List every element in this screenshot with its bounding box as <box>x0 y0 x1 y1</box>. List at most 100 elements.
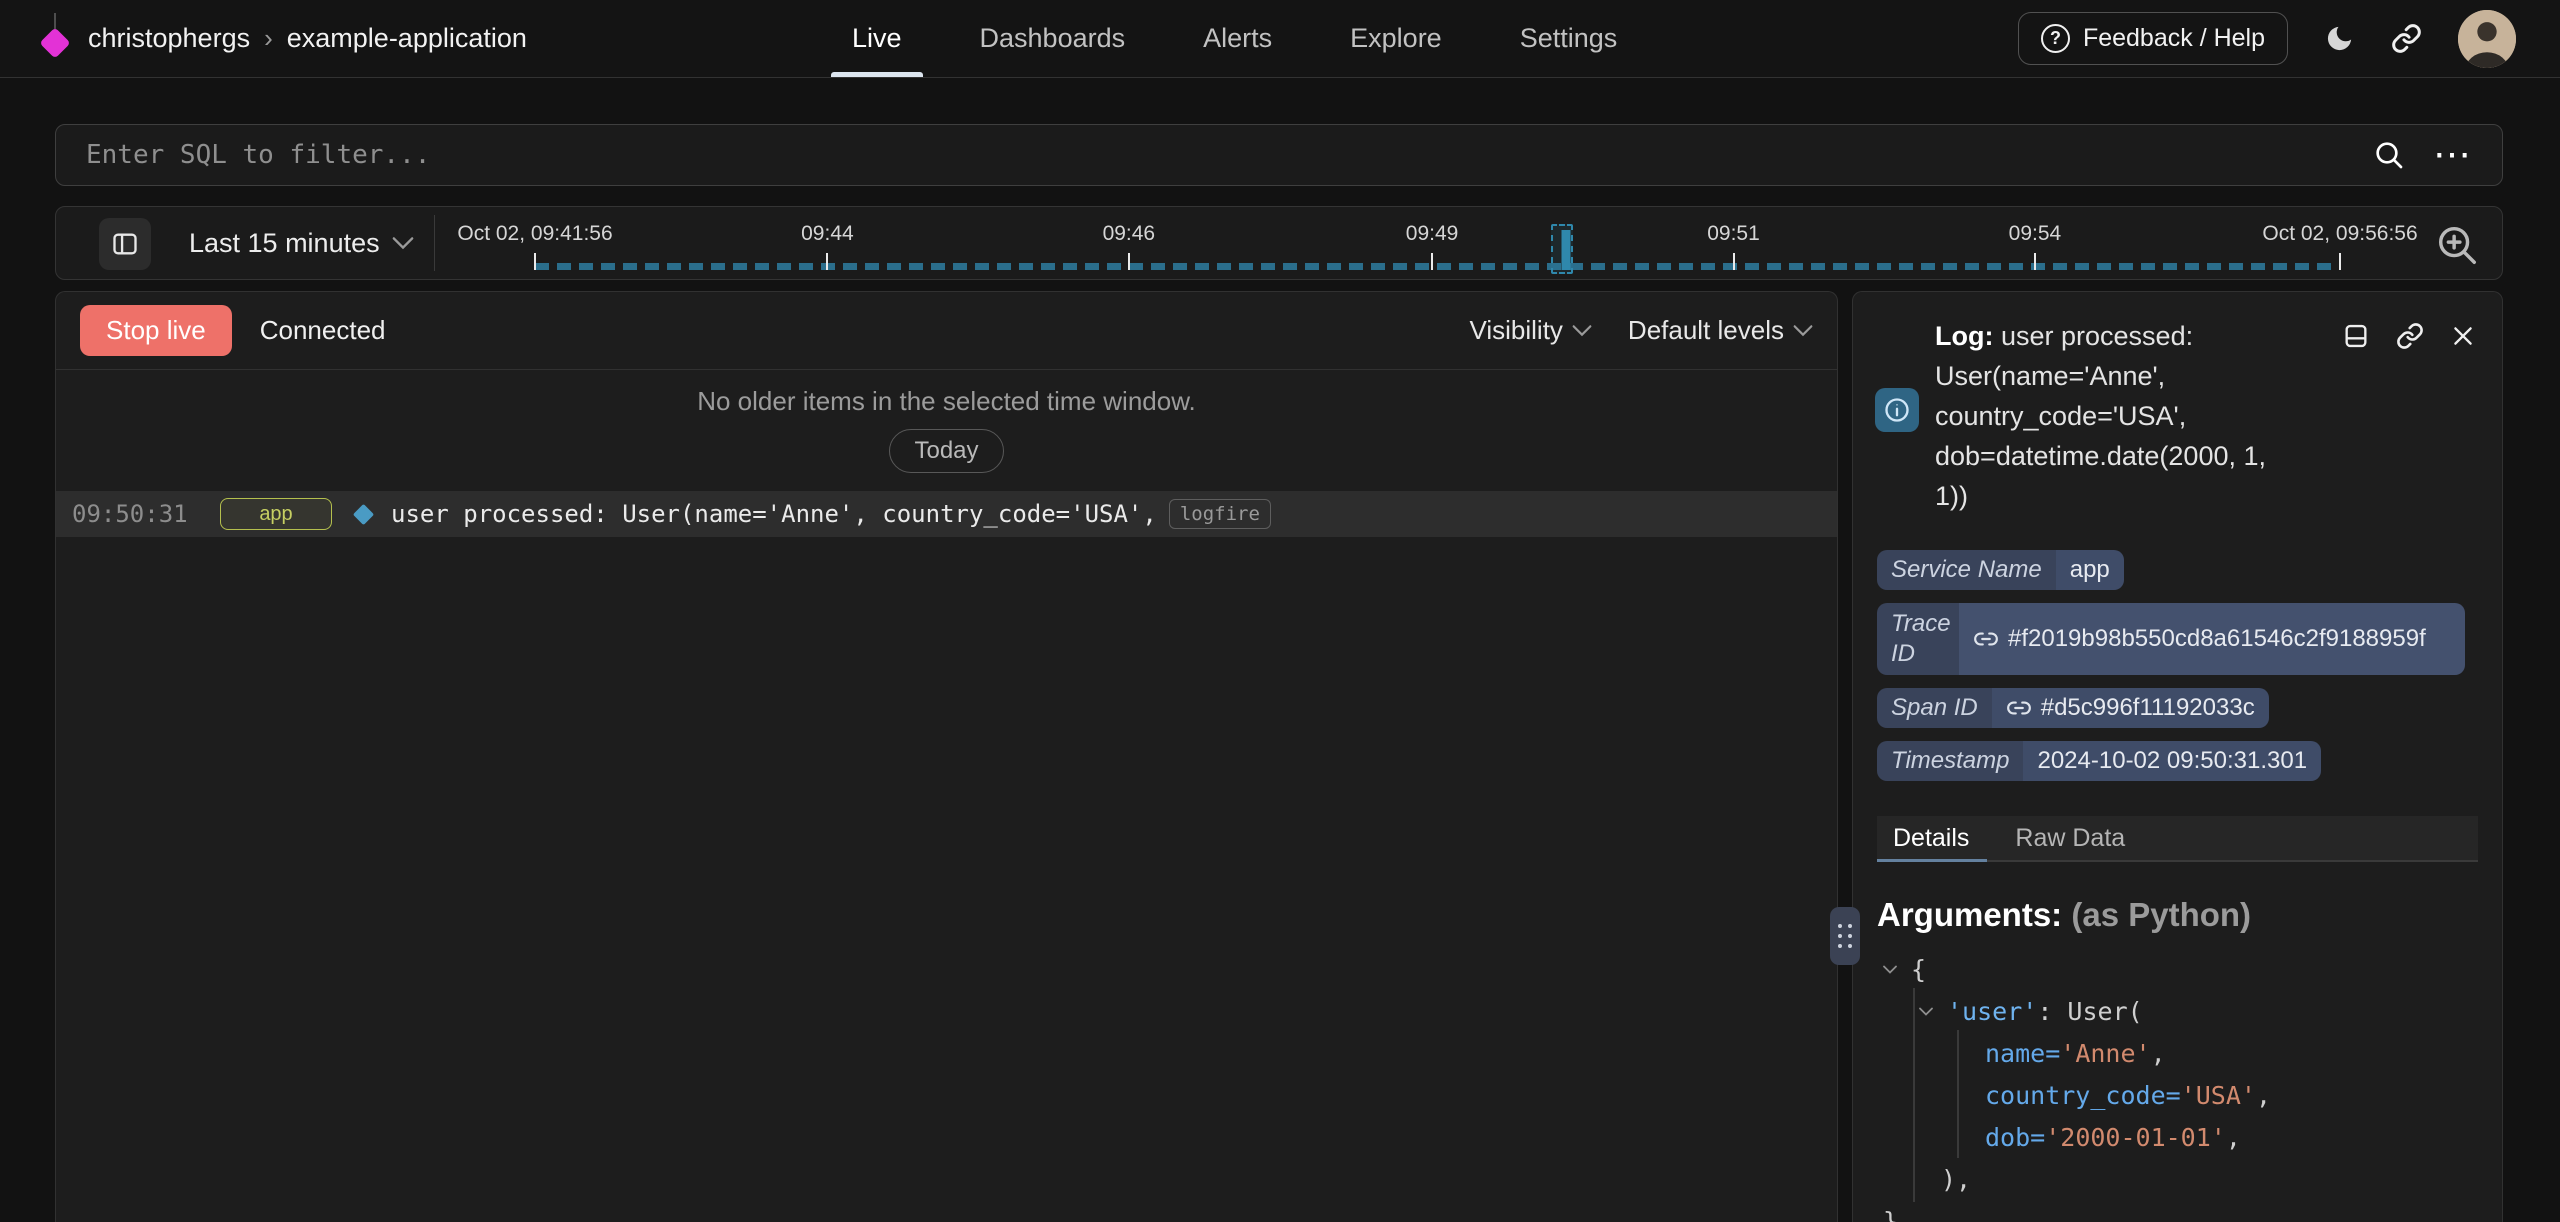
code-line: dob='2000-01-01', <box>1877 1116 2478 1158</box>
moon-icon <box>2324 23 2355 54</box>
code-token: 'user' <box>1947 997 2037 1026</box>
timestamp-chip: Timestamp 2024-10-02 09:50:31.301 <box>1877 741 2321 781</box>
logfire-logo[interactable] <box>40 19 70 59</box>
panel-resize-handle[interactable] <box>1830 907 1860 965</box>
trace-id-label: Trace ID <box>1877 603 1959 675</box>
code-token: '2000-01-01' <box>2045 1123 2226 1152</box>
code-token: , <box>2226 1123 2241 1152</box>
default-levels-label: Default levels <box>1628 315 1784 346</box>
search-icon[interactable] <box>2373 139 2405 171</box>
timeline-end-tick <box>2339 253 2341 270</box>
info-level-badge <box>1875 388 1919 432</box>
theme-toggle-button[interactable] <box>2324 23 2355 54</box>
stop-live-button[interactable]: Stop live <box>80 305 232 356</box>
code-line: } <box>1877 1200 2478 1222</box>
timeline-track[interactable]: Oct 02, 09:41:56 09:44 09:46 09:49 09:51… <box>535 207 2340 279</box>
code-line: country_code='USA', <box>1877 1074 2478 1116</box>
trace-id-value[interactable]: #f2019b98b550cd8a61546c2f9188959f <box>1959 603 2465 675</box>
span-id-label: Span ID <box>1877 688 1992 728</box>
chevron-down-icon[interactable] <box>1919 1007 1947 1016</box>
code-token: ), <box>1941 1165 1971 1194</box>
code-token: , <box>2256 1081 2271 1110</box>
grip-dots-icon <box>1838 924 1852 948</box>
tab-raw-data[interactable]: Raw Data <box>2005 816 2135 860</box>
timestamp-label: Timestamp <box>1877 741 2023 781</box>
split-view-button[interactable] <box>2342 322 2370 350</box>
timeline-tick <box>1733 253 1735 270</box>
chevron-down-icon[interactable] <box>1883 965 1911 974</box>
content-area: Stop live Connected Visibility Default l… <box>55 291 2503 1222</box>
today-button[interactable]: Today <box>889 429 1003 473</box>
visibility-label: Visibility <box>1469 315 1562 346</box>
detail-title: Log: user processed: User(name='Anne', c… <box>1935 316 2289 516</box>
close-panel-button[interactable] <box>2450 322 2476 350</box>
sql-filter-input[interactable]: Enter SQL to filter... ⋯ <box>55 124 2503 186</box>
code-token: country_code= <box>1985 1081 2181 1110</box>
timeline-tick <box>826 253 828 270</box>
user-avatar[interactable] <box>2458 10 2516 68</box>
timeline-tick-label: 09:51 <box>1707 222 1760 246</box>
timeline-tick-label: 09:54 <box>2009 222 2062 246</box>
code-line: { <box>1877 948 2478 990</box>
timeline-tick <box>1128 253 1130 270</box>
share-link-button[interactable] <box>2391 23 2422 54</box>
code-token: : User( <box>2037 997 2142 1026</box>
code-line: ), <box>1877 1158 2478 1200</box>
span-id-value[interactable]: #d5c996f11192033c <box>1992 688 2269 728</box>
split-rectangle-icon <box>2342 322 2370 350</box>
timeline-bar: Last 15 minutes Oct 02, 09:41:56 09:44 0… <box>55 206 2503 280</box>
sidebar-toggle-button[interactable] <box>99 218 151 270</box>
tab-alerts[interactable]: Alerts <box>1203 0 1272 77</box>
timeline-divider <box>434 215 435 271</box>
magnifier-plus-icon <box>2434 222 2480 268</box>
default-levels-dropdown[interactable]: Default levels <box>1628 315 1813 346</box>
close-icon <box>2450 323 2476 349</box>
attribute-chips: Service Name app Trace ID #f2019b98b550c… <box>1877 550 2478 781</box>
feedback-help-button[interactable]: ? Feedback / Help <box>2018 12 2288 65</box>
tab-live[interactable]: Live <box>852 0 902 77</box>
timeline-histogram-spike <box>1562 230 1571 270</box>
timeline-tick-label: 09:44 <box>801 222 854 246</box>
timeline-tick-label: 09:49 <box>1406 222 1459 246</box>
code-token: dob= <box>1985 1123 2045 1152</box>
tab-explore[interactable]: Explore <box>1350 0 1442 77</box>
scope-badge: logfire <box>1169 499 1271 529</box>
timeline-tick-label: 09:46 <box>1103 222 1156 246</box>
log-timestamp: 09:50:31 <box>72 500 198 528</box>
chevron-down-icon <box>1793 324 1813 337</box>
code-line: name='Anne', <box>1877 1032 2478 1074</box>
permalink-button[interactable] <box>2396 322 2424 350</box>
tab-settings[interactable]: Settings <box>1520 0 1618 77</box>
indent-guide <box>1957 1030 1959 1158</box>
timeline-zoom-in-button[interactable] <box>2432 220 2482 270</box>
connection-status: Connected <box>260 315 386 346</box>
tab-dashboards[interactable]: Dashboards <box>980 0 1126 77</box>
timeline-end-label: Oct 02, 09:56:56 <box>2262 222 2417 246</box>
arguments-code-block: { 'user': User( name='Anne', country_cod… <box>1877 948 2478 1222</box>
live-log-panel: Stop live Connected Visibility Default l… <box>55 291 1838 1222</box>
log-row[interactable]: 09:50:31 app user processed: User(name='… <box>56 491 1837 537</box>
span-id-chip: Span ID #d5c996f11192033c <box>1877 688 2269 728</box>
log-level-diamond-icon <box>353 503 374 524</box>
live-header: Stop live Connected Visibility Default l… <box>56 292 1837 370</box>
timeline-start-tick <box>534 253 536 270</box>
log-message: user processed: User(name='Anne', countr… <box>391 500 1157 528</box>
service-badge: app <box>220 498 332 530</box>
chevron-down-icon <box>392 236 414 250</box>
code-token: , <box>2151 1039 2166 1068</box>
breadcrumb-org[interactable]: christophergs <box>88 23 250 54</box>
nav-tabs: Live Dashboards Alerts Explore Settings <box>852 0 1617 77</box>
link-icon <box>2391 23 2422 54</box>
span-id-text: #d5c996f11192033c <box>2041 694 2255 722</box>
more-options-icon[interactable]: ⋯ <box>2433 145 2472 165</box>
link-icon <box>1973 626 1999 652</box>
arguments-title: Arguments: <box>1877 896 2062 933</box>
time-range-select[interactable]: Last 15 minutes <box>189 207 414 279</box>
trace-id-text: #f2019b98b550cd8a61546c2f9188959f <box>2008 625 2426 653</box>
info-circle-icon <box>1883 396 1911 424</box>
search-actions: ⋯ <box>2373 139 2472 171</box>
visibility-dropdown[interactable]: Visibility <box>1469 315 1591 346</box>
breadcrumb-project[interactable]: example-application <box>287 23 527 54</box>
tab-details[interactable]: Details <box>1883 816 1979 860</box>
breadcrumb-separator: › <box>264 23 273 54</box>
